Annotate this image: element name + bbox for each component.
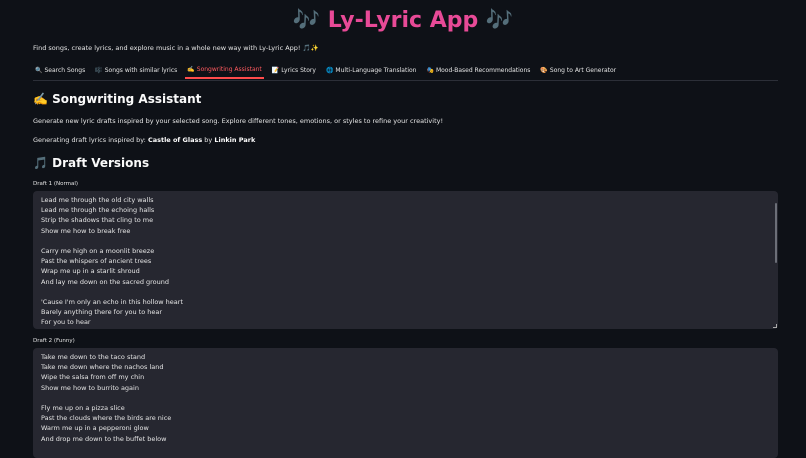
section-description: Generate new lyric drafts inspired by yo… [33, 117, 444, 125]
lyric-line: Show me how to break free [41, 226, 131, 235]
globe-icon: 🌐 [325, 67, 334, 74]
lyric-line: And drop me down to the buffet below [41, 434, 167, 443]
tab-bar: 🔍 Search Songs 🎼 Songs with similar lyri… [33, 62, 778, 81]
draft-1-label: Draft 1 (Normal) [33, 181, 79, 187]
lyric-line [41, 393, 770, 403]
app-title: 🎶 Ly-Lyric App 🎶 [292, 8, 514, 33]
tab-song-to-art[interactable]: 🎨 Song to Art Generator [538, 62, 618, 79]
resize-handle-icon[interactable] [773, 324, 777, 328]
lyric-line: Lead me through the echoing halls [41, 206, 155, 215]
lyric-line: Wipe the salsa from off my chin [41, 373, 145, 382]
song-title: Castle of Glass [147, 136, 203, 144]
app-tagline: Find songs, create lyrics, and explore m… [33, 44, 319, 52]
tab-label: Lyrics Story [281, 67, 316, 74]
lyric-line: Wrap me up in a starlit shroud [41, 267, 140, 276]
music-score-icon: 🎼 [95, 67, 103, 74]
lyric-line: Past the clouds where the birds are nice [41, 414, 172, 423]
memo-icon: 📝 [271, 67, 280, 74]
lyric-line: For you to hear [41, 318, 91, 327]
draft-1-scrollbar[interactable] [775, 203, 777, 263]
inspired-by-text: Generating draft lyrics inspired by: Cas… [33, 136, 255, 144]
lyric-line: And lay me down on the sacred ground [41, 277, 170, 286]
inspired-prefix: Generating draft lyrics inspired by: [33, 136, 148, 144]
drafts-heading: 🎵 Draft Versions [33, 156, 150, 170]
tab-lyrics-story[interactable]: 📝 Lyrics Story [270, 62, 318, 79]
tab-label: Songs with similar lyrics [104, 67, 178, 74]
lyric-line: Barely anything there for you to hear [41, 308, 163, 317]
lyric-line: Strip the shadows that cling to me [41, 216, 154, 225]
lyric-line: Take me down where the nachos land [41, 363, 164, 372]
palette-icon: 🎨 [540, 67, 548, 74]
artist-name: Linkin Park [214, 136, 256, 144]
tab-label: Multi-Language Translation [335, 67, 417, 74]
tab-similar-songs[interactable]: 🎼 Songs with similar lyrics [93, 62, 179, 79]
tab-label: Mood-Based Recommendations [435, 67, 531, 74]
draft-2-textarea[interactable]: Take me down to the taco stand Take me do… [33, 348, 778, 458]
lyric-line [41, 287, 770, 297]
writing-hand-icon: ✍️ [187, 66, 195, 73]
tab-mood-recommendations[interactable]: 🎭 Mood-Based Recommendations [424, 62, 532, 79]
tab-label: Song to Art Generator [549, 67, 617, 74]
lyric-line: Warm me up in a pepperoni glow [41, 424, 149, 433]
lyric-line: Carry me high on a moonlit breeze [41, 246, 155, 255]
section-heading: ✍️ Songwriting Assistant [33, 92, 202, 106]
tab-search-songs[interactable]: 🔍 Search Songs [33, 62, 87, 79]
lyric-line: 'Cause I'm only an echo in this hollow h… [41, 297, 184, 306]
lyric-line: Show me how to burrito again [41, 383, 139, 392]
draft-1-textarea[interactable]: Lead me through the old city walls Lead m… [33, 191, 778, 329]
lyric-line: Fly me up on a pizza slice [41, 403, 125, 412]
by-connector: by [202, 136, 215, 144]
lyric-line: Take me down to the taco stand [41, 353, 146, 361]
theater-masks-icon: 🎭 [426, 67, 434, 74]
lyric-line: Lead me through the old city walls [41, 196, 154, 204]
lyric-line [41, 236, 770, 246]
lyric-line: Past the whispers of ancient trees [41, 257, 152, 266]
tab-translation[interactable]: 🌐 Multi-Language Translation [324, 62, 419, 79]
magnifier-icon: 🔍 [35, 67, 43, 74]
tab-label: Songwriting Assistant [196, 66, 262, 73]
tab-songwriting-assistant[interactable]: ✍️ Songwriting Assistant [185, 62, 264, 79]
draft-2-label: Draft 2 (Funny) [33, 338, 75, 344]
tab-label: Search Songs [44, 67, 86, 74]
